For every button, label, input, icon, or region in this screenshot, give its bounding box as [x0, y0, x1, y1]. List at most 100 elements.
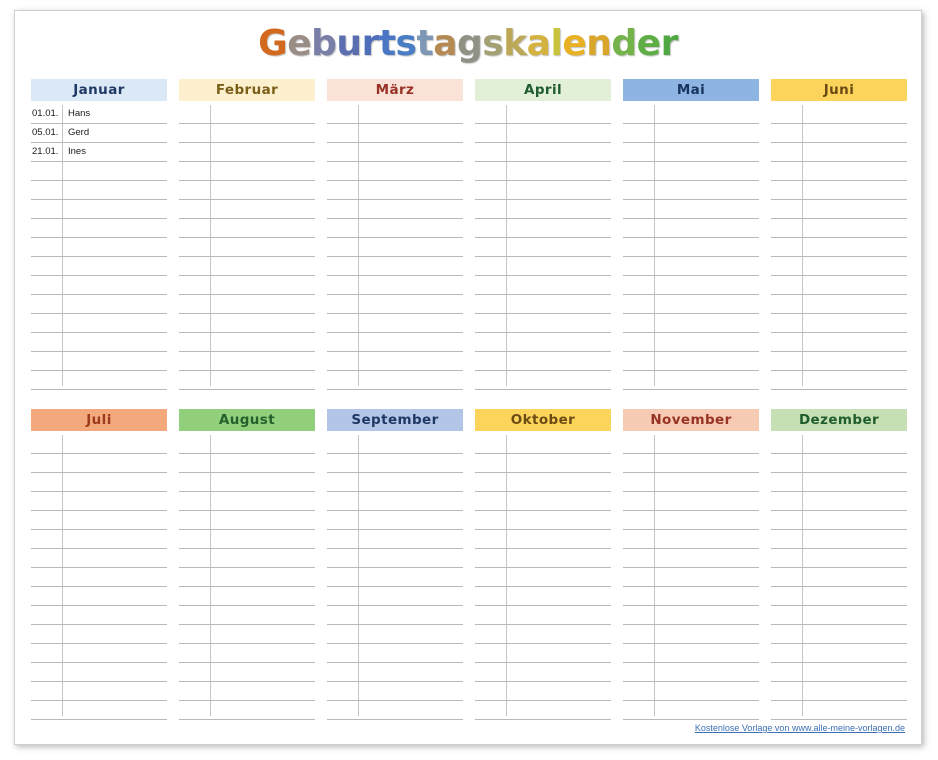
entry-row[interactable] — [327, 568, 463, 587]
entry-row[interactable] — [771, 549, 907, 568]
entry-row[interactable]: 01.01. Hans — [31, 105, 167, 124]
entry-row[interactable] — [179, 162, 315, 181]
entry-row[interactable] — [771, 492, 907, 511]
entry-row[interactable] — [771, 530, 907, 549]
entry-row[interactable] — [31, 181, 167, 200]
entry-row[interactable] — [771, 587, 907, 606]
entry-row[interactable] — [327, 663, 463, 682]
entry-row[interactable] — [475, 371, 611, 390]
entry-row[interactable] — [623, 435, 759, 454]
entry-row[interactable] — [327, 295, 463, 314]
entry-row[interactable] — [771, 238, 907, 257]
entry-row[interactable] — [31, 701, 167, 720]
entry-row[interactable] — [327, 587, 463, 606]
entry-row[interactable] — [623, 276, 759, 295]
entry-row[interactable] — [771, 314, 907, 333]
entry-date[interactable]: 05.01. — [32, 127, 61, 138]
entry-row[interactable] — [771, 181, 907, 200]
entry-row[interactable] — [771, 352, 907, 371]
entry-row[interactable] — [623, 511, 759, 530]
entry-row[interactable] — [623, 530, 759, 549]
entry-row[interactable] — [179, 530, 315, 549]
entry-row[interactable] — [327, 333, 463, 352]
entry-row[interactable] — [179, 682, 315, 701]
entry-row[interactable] — [179, 124, 315, 143]
entry-row[interactable] — [327, 625, 463, 644]
entry-row[interactable] — [327, 492, 463, 511]
entry-row[interactable] — [179, 549, 315, 568]
entry-row[interactable] — [179, 333, 315, 352]
entry-row[interactable] — [475, 644, 611, 663]
entry-row[interactable] — [179, 587, 315, 606]
entry-row[interactable] — [31, 492, 167, 511]
entry-row[interactable] — [623, 371, 759, 390]
entry-row[interactable]: 05.01. Gerd — [31, 124, 167, 143]
entry-row[interactable] — [179, 257, 315, 276]
entry-row[interactable] — [179, 238, 315, 257]
entry-row[interactable] — [31, 606, 167, 625]
entry-row[interactable] — [327, 314, 463, 333]
entry-row[interactable] — [31, 162, 167, 181]
entry-row[interactable] — [475, 162, 611, 181]
entry-row[interactable] — [475, 333, 611, 352]
entry-row[interactable] — [771, 511, 907, 530]
entry-row[interactable] — [771, 276, 907, 295]
entry-date[interactable]: 21.01. — [32, 146, 61, 157]
entry-row[interactable] — [623, 625, 759, 644]
entry-row[interactable] — [179, 644, 315, 663]
entry-row[interactable] — [771, 663, 907, 682]
entry-row[interactable] — [31, 352, 167, 371]
entry-row[interactable] — [623, 682, 759, 701]
entry-row[interactable] — [475, 625, 611, 644]
entry-row[interactable] — [771, 371, 907, 390]
entry-row[interactable] — [327, 530, 463, 549]
entry-row[interactable] — [327, 143, 463, 162]
entry-name[interactable]: Ines — [68, 146, 86, 157]
entry-row[interactable] — [31, 333, 167, 352]
entry-row[interactable] — [31, 314, 167, 333]
entry-row[interactable] — [327, 162, 463, 181]
entry-row[interactable] — [475, 435, 611, 454]
entry-row[interactable] — [31, 200, 167, 219]
entry-row[interactable] — [179, 276, 315, 295]
entry-row[interactable] — [623, 295, 759, 314]
entry-row[interactable] — [771, 333, 907, 352]
entry-row[interactable] — [179, 105, 315, 124]
entry-name[interactable]: Gerd — [68, 127, 89, 138]
entry-row[interactable] — [327, 682, 463, 701]
entry-row[interactable] — [623, 473, 759, 492]
entry-row[interactable] — [31, 625, 167, 644]
entry-row[interactable] — [475, 473, 611, 492]
entry-row[interactable] — [31, 682, 167, 701]
entry-row[interactable] — [771, 219, 907, 238]
entry-row[interactable] — [623, 314, 759, 333]
entry-row[interactable] — [327, 352, 463, 371]
entry-row[interactable] — [179, 606, 315, 625]
entry-row[interactable] — [327, 511, 463, 530]
entry-row[interactable] — [623, 606, 759, 625]
entry-row[interactable] — [623, 162, 759, 181]
entry-row[interactable] — [327, 219, 463, 238]
entry-row[interactable] — [327, 124, 463, 143]
entry-row[interactable] — [327, 435, 463, 454]
entry-row[interactable] — [623, 238, 759, 257]
entry-row[interactable] — [623, 492, 759, 511]
entry-row[interactable] — [475, 606, 611, 625]
entry-row[interactable] — [327, 200, 463, 219]
entry-row[interactable] — [327, 473, 463, 492]
entry-row[interactable] — [475, 682, 611, 701]
entry-row[interactable] — [31, 257, 167, 276]
entry-row[interactable] — [179, 663, 315, 682]
entry-row[interactable] — [475, 701, 611, 720]
entry-row[interactable] — [179, 295, 315, 314]
entry-name[interactable]: Hans — [68, 108, 90, 119]
entry-row[interactable] — [179, 701, 315, 720]
entry-row[interactable] — [475, 238, 611, 257]
entry-row[interactable] — [771, 200, 907, 219]
entry-row[interactable] — [179, 181, 315, 200]
entry-row[interactable] — [327, 454, 463, 473]
entry-row[interactable] — [475, 587, 611, 606]
entry-row[interactable] — [327, 238, 463, 257]
entry-row[interactable]: 21.01. Ines — [31, 143, 167, 162]
entry-row[interactable] — [179, 568, 315, 587]
